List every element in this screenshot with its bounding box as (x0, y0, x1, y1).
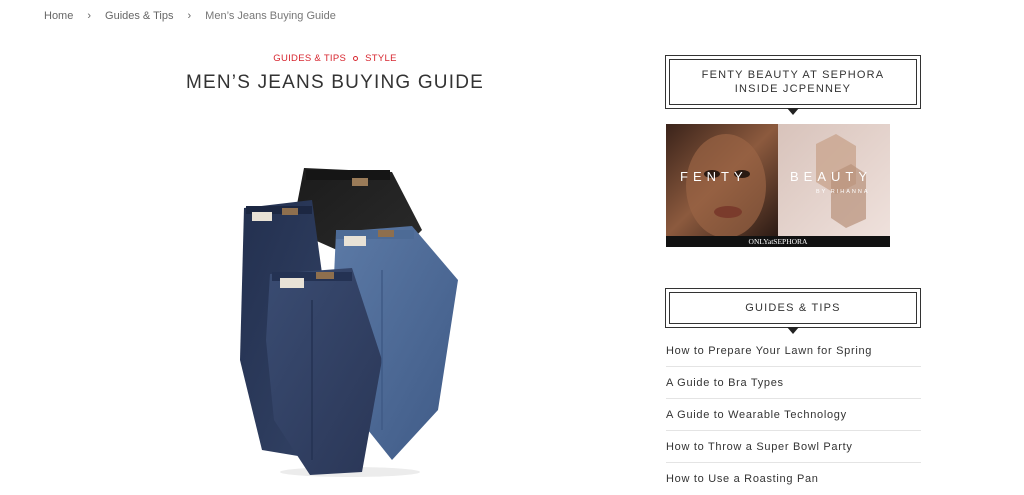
breadcrumb-home-link[interactable]: Home (44, 10, 73, 22)
page-title: MEN’S JEANS BUYING GUIDE (185, 72, 484, 93)
guide-link[interactable]: How to Prepare Your Lawn for Spring (666, 345, 872, 357)
category-link-style[interactable]: STYLE (365, 53, 397, 64)
guides-list: How to Prepare Your Lawn for Spring A Gu… (666, 335, 921, 495)
guide-link[interactable]: How to Use a Roasting Pan (666, 473, 819, 485)
fenty-beauty-ad-banner[interactable]: FENTY BEAUTY BY RIHANNA ONLYatSEPHORA (666, 124, 890, 247)
widget-title-fenty: FENTY BEAUTY AT SEPHORA INSIDE JCPENNEY (665, 55, 921, 115)
list-item: How to Prepare Your Lawn for Spring (666, 335, 921, 367)
circle-separator-icon (353, 55, 359, 61)
breadcrumb-current: Men’s Jeans Buying Guide (205, 10, 336, 22)
guide-link[interactable]: How to Throw a Super Bowl Party (666, 441, 853, 453)
widget-title-guides: GUIDES & TIPS (665, 288, 921, 334)
category-link-guides[interactable]: GUIDES & TIPS (273, 53, 346, 64)
list-item: A Guide to Wearable Technology (666, 399, 921, 431)
ad-byline: BY RIHANNA (816, 189, 870, 195)
list-item: How to Use a Roasting Pan (666, 463, 921, 495)
widget-title-text: FENTY BEAUTY AT SEPHORA INSIDE JCPENNEY (669, 59, 917, 105)
guide-link[interactable]: A Guide to Wearable Technology (666, 409, 847, 421)
breadcrumb-guides-link[interactable]: Guides & Tips (105, 10, 173, 22)
article-categories: GUIDES & TIPS STYLE (0, 53, 670, 64)
ad-logo-word1: FENTY (680, 169, 748, 184)
chevron-right-icon: › (187, 10, 192, 22)
jeans-hero-image (232, 160, 468, 480)
ad-footer: ONLYatSEPHORA (749, 237, 808, 246)
caret-down-icon (787, 327, 799, 334)
caret-down-icon (787, 108, 799, 115)
chevron-right-icon: › (87, 10, 92, 22)
breadcrumb: Home › Guides & Tips › Men’s Jeans Buyin… (44, 10, 336, 22)
list-item: How to Throw a Super Bowl Party (666, 431, 921, 463)
guide-link[interactable]: A Guide to Bra Types (666, 377, 784, 389)
widget-title-text: GUIDES & TIPS (669, 292, 917, 324)
list-item: A Guide to Bra Types (666, 367, 921, 399)
ad-logo-word2: BEAUTY (790, 169, 872, 184)
